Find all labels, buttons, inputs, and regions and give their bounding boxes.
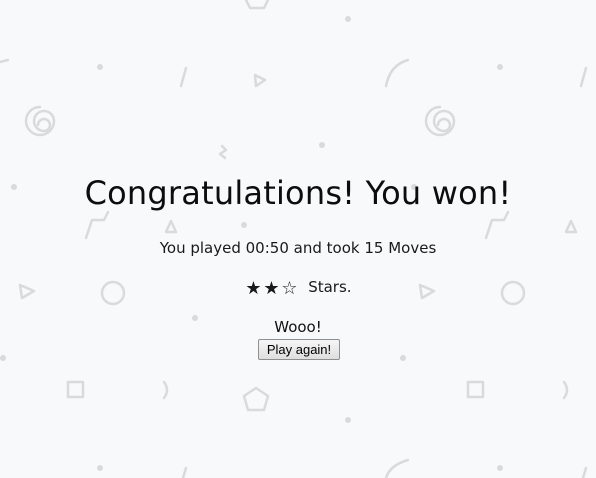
star-empty-icon: ☆: [281, 278, 298, 299]
summary-middle: and took: [293, 239, 360, 257]
elapsed-time: 00:50: [245, 239, 289, 257]
summary-prefix: You played: [159, 239, 241, 257]
stars-row: ★ ★ ☆: [244, 278, 298, 299]
move-count: 15: [364, 239, 384, 257]
play-again-button[interactable]: Play again!: [258, 339, 340, 360]
game-summary: You played 00:50 and took 15 Moves: [0, 239, 596, 257]
cheer-text: Wooo!: [274, 318, 322, 336]
star-filled-icon: ★: [263, 278, 280, 299]
win-title: Congratulations! You won!: [84, 174, 512, 212]
star-filled-icon: ★: [245, 278, 262, 299]
win-panel: Congratulations! You won! You played 00:…: [0, 0, 596, 478]
star-rating: ★ ★ ☆ Stars.: [0, 278, 596, 298]
stars-label: Stars.: [308, 278, 352, 296]
moves-label: Moves: [388, 239, 437, 257]
